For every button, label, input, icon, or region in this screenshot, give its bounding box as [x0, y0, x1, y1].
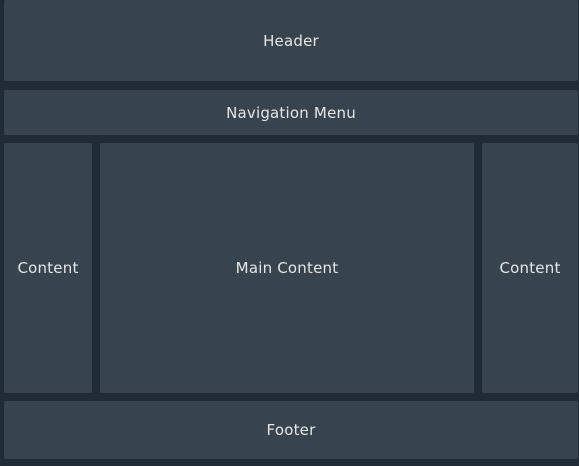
main-content-panel: Main Content: [100, 143, 474, 393]
right-content-panel: Content: [482, 143, 578, 393]
header-panel: Header: [4, 0, 578, 81]
main-content-label: Main Content: [235, 259, 339, 277]
navigation-menu[interactable]: Navigation Menu: [4, 90, 578, 135]
right-content-label: Content: [499, 259, 561, 277]
left-content-label: Content: [17, 259, 79, 277]
left-content-panel: Content: [4, 143, 92, 393]
footer-label: Footer: [266, 421, 316, 439]
layout-page: Header Navigation Menu Content Main Cont…: [0, 0, 579, 466]
header-label: Header: [263, 31, 319, 50]
navigation-menu-label: Navigation Menu: [226, 103, 356, 122]
footer-panel: Footer: [4, 401, 578, 459]
